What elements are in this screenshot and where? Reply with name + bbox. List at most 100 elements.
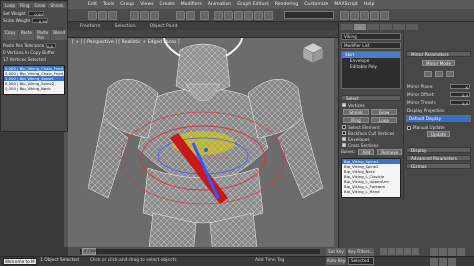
batch-render-icon[interactable] xyxy=(370,11,379,20)
next-frame-icon[interactable] xyxy=(404,248,411,255)
auto-key-button[interactable]: Auto Key xyxy=(326,257,346,265)
ribbon-tab-selection[interactable]: Selection xyxy=(114,24,135,29)
active-shade-icon[interactable] xyxy=(380,11,389,20)
menu-item-group[interactable]: Group xyxy=(120,2,134,7)
previous-frame-icon[interactable] xyxy=(388,248,395,255)
rotate-icon[interactable] xyxy=(98,11,107,20)
weight-tool-ring-button[interactable]: Ring xyxy=(18,3,32,8)
curve-editor-icon[interactable] xyxy=(214,11,223,20)
menu-item-rendering[interactable]: Rendering xyxy=(275,2,298,7)
viewport-perspective[interactable] xyxy=(68,38,338,256)
mirror-plane-select[interactable]: X xyxy=(450,83,470,90)
add-time-tag[interactable]: Add Time Tag xyxy=(255,258,284,263)
ribbon-tab-object-paint[interactable]: Object Paint xyxy=(150,24,178,29)
checkbox-row[interactable]: Backface Cull Vertices xyxy=(339,130,403,136)
ribbon-tab-freeform[interactable]: Freeform xyxy=(80,24,100,29)
menu-item-customize[interactable]: Customize xyxy=(304,2,328,7)
effects-icon[interactable] xyxy=(360,11,369,20)
align-icon[interactable] xyxy=(186,11,195,20)
shrink-button[interactable]: Shrink xyxy=(343,109,369,115)
weight-tool-grow-button[interactable]: Grow xyxy=(32,3,48,8)
selected-dropdown[interactable]: Selected xyxy=(348,257,374,265)
remove-bone-button[interactable]: Remove xyxy=(377,149,403,155)
render-frame-icon[interactable] xyxy=(254,11,263,20)
mirror-paste-icon[interactable] xyxy=(423,71,432,77)
go-to-end-icon[interactable] xyxy=(412,248,419,255)
loop-button[interactable]: Loop xyxy=(371,117,397,123)
mirror-icon[interactable] xyxy=(176,11,185,20)
material-editor-icon[interactable] xyxy=(234,11,243,20)
manual-update-checkbox[interactable] xyxy=(407,125,411,130)
render-setup-icon[interactable] xyxy=(244,11,253,20)
viewport-label[interactable]: [ + ] [ Perspective ] [ Realistic + Edge… xyxy=(72,40,180,45)
move-icon[interactable] xyxy=(88,11,97,20)
copy-button[interactable]: Copy xyxy=(3,30,18,40)
create-tab-icon[interactable] xyxy=(341,24,353,30)
paste-green-icon[interactable] xyxy=(434,71,443,77)
modifier-stack-item[interactable]: Editable Poly xyxy=(342,64,400,70)
modifier-list-dropdown[interactable]: Modifier List xyxy=(341,42,401,49)
scale-icon[interactable] xyxy=(108,11,117,20)
weight-tool-shrink-button[interactable]: Shrink xyxy=(48,3,66,8)
layer-icon[interactable] xyxy=(200,11,209,20)
display-projection-dropdown[interactable]: Default Display xyxy=(406,115,471,122)
mirror-offset-input[interactable]: 0,0 xyxy=(450,91,470,98)
paste-button[interactable]: Paste xyxy=(18,30,34,40)
schematic-icon[interactable] xyxy=(224,11,233,20)
mirror-parameters-header[interactable]: Mirror Parameters xyxy=(406,51,471,57)
set-key-button[interactable]: Set Key xyxy=(326,248,346,256)
mirror-mode-button[interactable]: Mirror Mode xyxy=(421,60,456,66)
bone-list-item[interactable]: Bip_Viking_L_Hand xyxy=(342,189,400,194)
fov-icon[interactable] xyxy=(430,257,438,266)
zoom-all-icon[interactable] xyxy=(439,248,447,256)
time-slider[interactable]: 0 / 100 xyxy=(68,247,338,256)
angle-snap-icon[interactable] xyxy=(140,11,149,20)
pan-icon[interactable] xyxy=(457,248,465,256)
modifier-stack[interactable]: Skin Envelope Editable Poly xyxy=(341,51,401,89)
environment-icon[interactable] xyxy=(350,11,359,20)
viewcube-icon[interactable] xyxy=(300,40,326,66)
checkbox[interactable] xyxy=(342,131,346,135)
snap-icon[interactable] xyxy=(130,11,139,20)
menu-item-animation[interactable]: Animation xyxy=(208,2,231,7)
zoom-icon[interactable] xyxy=(430,248,438,256)
bone-list[interactable]: Bip_Viking_Spine1 Bip_Viking_Spine2 Bip_Vi… xyxy=(341,158,401,198)
set-weight-input[interactable]: 0,50 xyxy=(27,11,44,17)
update-button[interactable]: Update xyxy=(426,131,451,137)
weight-tool-loop-button[interactable]: Loop xyxy=(3,3,18,8)
menu-item-edit[interactable]: Edit xyxy=(88,2,97,7)
timeline-track[interactable] xyxy=(80,249,320,254)
menu-item-modifiers[interactable]: Modifiers xyxy=(181,2,202,7)
hierarchy-tab-icon[interactable] xyxy=(367,24,379,30)
render-production-icon[interactable] xyxy=(340,11,349,20)
ring-button[interactable]: Ring xyxy=(343,117,369,123)
paste-pos-input[interactable]: 0,5 xyxy=(46,43,57,49)
menu-item-views[interactable]: Views xyxy=(140,2,153,7)
checkbox[interactable] xyxy=(342,143,346,147)
mirror-thresh-input[interactable]: 0,5 xyxy=(450,99,470,106)
blend-button[interactable]: Blend xyxy=(51,30,68,40)
maximize-viewport-icon[interactable] xyxy=(448,257,456,266)
menu-item-maxscript[interactable]: MAXScript xyxy=(334,2,358,7)
motion-tab-icon[interactable] xyxy=(380,24,392,30)
vertex-weight-list[interactable]: 0,000 | Bip_Viking_Chain_Front_4 0,000 | … xyxy=(3,65,65,95)
paste-pos-button[interactable]: Paste Pos xyxy=(34,30,51,40)
grow-button[interactable]: Grow xyxy=(371,109,397,115)
maxscript-listener[interactable]: Welcome to M xyxy=(3,258,37,265)
menu-item-graph-editors[interactable]: Graph Editors xyxy=(237,2,269,7)
object-name-field[interactable]: Viking xyxy=(341,33,401,40)
play-icon[interactable] xyxy=(396,248,403,255)
modify-tab-icon[interactable] xyxy=(354,24,366,30)
go-to-start-icon[interactable] xyxy=(380,248,387,255)
menu-item-create[interactable]: Create xyxy=(160,2,175,7)
select-rollout-header[interactable]: Select xyxy=(341,95,401,101)
checkbox[interactable] xyxy=(342,125,346,129)
list-item[interactable]: 0,000 | Bip_Viking_Neck xyxy=(4,86,64,91)
scale-weight-input[interactable]: 0,50 xyxy=(32,18,49,24)
menu-item-tools[interactable]: Tools xyxy=(103,2,114,7)
checkbox[interactable] xyxy=(342,103,346,107)
render-icon[interactable] xyxy=(264,11,273,20)
utilities-tab-icon[interactable] xyxy=(406,24,418,30)
key-filters-button[interactable]: Key Filters... xyxy=(348,248,374,256)
add-bone-button[interactable]: Add xyxy=(358,149,375,155)
